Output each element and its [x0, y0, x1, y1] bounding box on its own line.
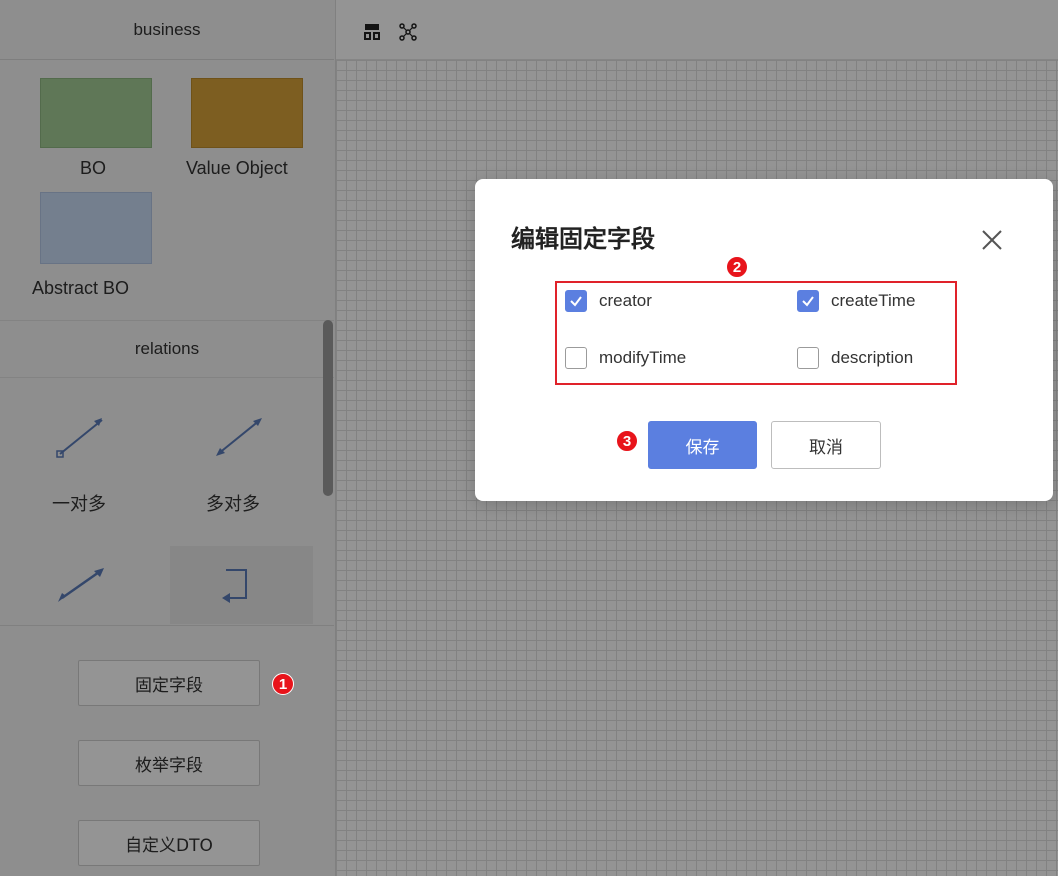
- step-badge-3: 3: [616, 430, 638, 452]
- check-icon: [802, 296, 814, 307]
- step-badge-2: 2: [726, 256, 748, 278]
- createtime-label: createTime: [831, 291, 916, 310]
- creator-label: creator: [599, 291, 652, 310]
- creator-checkbox[interactable]: [565, 290, 587, 312]
- edit-fixed-fields-dialog: 编辑固定字段 2 creator createTime modifyTime d…: [475, 179, 1053, 501]
- step-badge-1: 1: [272, 673, 294, 695]
- field-modifytime[interactable]: modifyTime: [565, 347, 686, 369]
- field-createtime[interactable]: createTime: [797, 290, 915, 312]
- createtime-checkbox[interactable]: [797, 290, 819, 312]
- modifytime-checkbox[interactable]: [565, 347, 587, 369]
- save-button[interactable]: 保存: [648, 421, 757, 469]
- description-label: description: [831, 348, 914, 367]
- cancel-button[interactable]: 取消: [771, 421, 881, 469]
- modifytime-label: modifyTime: [599, 348, 687, 367]
- field-description[interactable]: description: [797, 347, 913, 369]
- dialog-title: 编辑固定字段: [511, 225, 655, 253]
- description-checkbox[interactable]: [797, 347, 819, 369]
- close-icon[interactable]: [977, 225, 1007, 255]
- check-icon: [570, 296, 582, 307]
- field-creator[interactable]: creator: [565, 290, 652, 312]
